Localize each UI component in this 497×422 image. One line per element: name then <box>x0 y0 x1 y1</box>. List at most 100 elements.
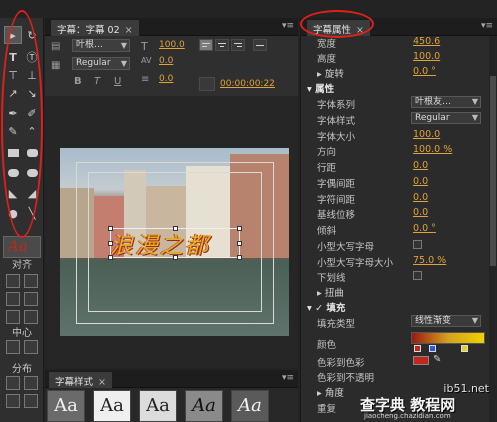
align-center-h-button[interactable] <box>6 292 20 306</box>
height-value[interactable]: 100.0 <box>413 51 440 62</box>
properties-section-header[interactable]: ▾ 属性 <box>301 79 497 95</box>
distribute-left-button[interactable] <box>6 376 20 390</box>
kerning-value[interactable]: 0.0 <box>413 176 428 187</box>
style-preview-swatch: Aa <box>3 236 41 258</box>
prop-row-aspect: 方向 100.0 % <box>317 144 453 158</box>
center-horizontal-button[interactable] <box>6 340 20 354</box>
fill-section-header[interactable]: ▾ ✓ 填充 <box>301 298 497 314</box>
resize-handle[interactable] <box>108 226 113 231</box>
style-swatch[interactable]: Aa <box>231 390 269 422</box>
title-canvas[interactable]: 浪漫之都 <box>45 96 298 368</box>
panel-menu-icon[interactable]: ▾≡ <box>481 21 493 31</box>
selection-box[interactable] <box>108 226 242 260</box>
rotation-value[interactable]: 0.0 ° <box>413 66 436 77</box>
small-caps-size-value[interactable]: 75.0 % <box>413 255 446 266</box>
gradient-ramp[interactable] <box>411 332 485 344</box>
scrollbar-thumb[interactable] <box>490 76 496 266</box>
kerning-value[interactable]: 0.0 <box>159 56 173 66</box>
leading-icon: ≡ <box>141 74 150 85</box>
style-swatch[interactable]: Aa <box>139 390 177 422</box>
template-icon[interactable]: ▦ <box>51 60 60 71</box>
align-text-right-button[interactable] <box>231 39 245 51</box>
resize-handle[interactable] <box>237 255 242 260</box>
bold-icon[interactable]: B <box>74 76 82 87</box>
align-top-button[interactable] <box>24 274 38 288</box>
font-size-value[interactable]: 100.0 <box>413 129 440 140</box>
eyedropper-icon[interactable]: ✎ <box>433 354 441 365</box>
style-swatch[interactable]: Aa <box>93 390 131 422</box>
roll-crawl-icon[interactable]: ▤ <box>51 41 60 52</box>
styles-tab-label: 字幕样式 <box>55 377 94 388</box>
distribute-center-v-button[interactable] <box>24 394 38 408</box>
italic-icon[interactable]: T <box>94 76 100 87</box>
timecode-value[interactable]: 00:00:00:22 <box>220 79 275 89</box>
baseline-value[interactable]: 0.0 <box>413 207 428 218</box>
gradient-stop-mid[interactable] <box>429 345 436 352</box>
prop-row-slant: 倾斜 0.0 ° <box>317 223 436 237</box>
tracking-value[interactable]: 0.0 <box>413 192 428 203</box>
font-family-dropdown[interactable]: 叶根友… ▼ <box>411 96 481 108</box>
underline-icon[interactable]: U <box>114 76 121 87</box>
center-vertical-button[interactable] <box>24 340 38 354</box>
prop-row-baseline: 基线位移 0.0 <box>317 207 429 221</box>
aspect-value[interactable]: 100.0 % <box>413 144 452 155</box>
font-style-dropdown[interactable]: Regular ▼ <box>72 57 130 70</box>
align-left-button[interactable] <box>6 274 20 288</box>
resize-handle[interactable] <box>108 241 113 246</box>
small-caps-checkbox[interactable] <box>413 240 422 249</box>
underline-checkbox[interactable] <box>413 271 422 280</box>
close-icon[interactable]: × <box>98 377 106 388</box>
title-styles-panel: 字幕样式 × ▾≡ Aa Aa Aa Aa Aa <box>45 370 298 422</box>
panel-menu-icon[interactable]: ▾≡ <box>282 373 294 383</box>
tab-title-styles[interactable]: 字幕样式 × <box>49 372 112 388</box>
align-bottom-button[interactable] <box>24 310 38 324</box>
align-text-center-button[interactable] <box>215 39 229 51</box>
align-text-left-button[interactable] <box>199 39 213 51</box>
collapse-triangle-icon[interactable]: ▾ <box>307 303 312 314</box>
fill-type-dropdown[interactable]: 线性渐变 ▼ <box>411 315 481 327</box>
width-value[interactable]: 450.6 <box>413 36 440 47</box>
align-section-label: 对齐 <box>12 260 32 271</box>
font-family-dropdown[interactable]: 叶根… ▼ <box>72 39 130 52</box>
resize-handle[interactable] <box>173 255 178 260</box>
show-background-video-icon[interactable] <box>199 77 215 91</box>
slant-value[interactable]: 0.0 ° <box>413 223 436 234</box>
panel-menu-icon[interactable]: ▾≡ <box>282 21 294 31</box>
prop-row-color-stop-opacity: 色彩到不透明 <box>317 373 375 384</box>
gradient-stop-right[interactable] <box>461 345 468 352</box>
font-style-dropdown[interactable]: Regular ▼ <box>411 112 481 124</box>
distribute-top-button[interactable] <box>24 376 38 390</box>
resize-handle[interactable] <box>108 255 113 260</box>
expand-triangle-icon[interactable]: ▸ <box>317 388 322 399</box>
font-size-icon: T <box>141 40 148 53</box>
prop-row-small-caps: 小型大写字母 <box>301 237 497 253</box>
collapse-triangle-icon[interactable]: ▾ <box>307 84 312 95</box>
leading-value[interactable]: 0.0 <box>159 74 173 84</box>
leading-value[interactable]: 0.0 <box>413 160 428 171</box>
gradient-stop-left[interactable] <box>414 345 421 352</box>
font-size-value[interactable]: 100.0 <box>159 40 185 50</box>
align-center-v-button[interactable] <box>24 292 38 306</box>
distribute-section-label: 分布 <box>12 364 32 375</box>
distribute-center-h-button[interactable] <box>6 394 20 408</box>
style-swatch[interactable]: Aa <box>47 390 85 422</box>
tab-title-label: 字幕：字幕 02 <box>57 25 120 36</box>
title-properties-panel: 字幕属性 × ▾≡ 宽度 450.6 高度 100.0 ▸ 旋转 0.0 ° ▾ 属性 … <box>300 18 497 422</box>
tab-title-02[interactable]: 字幕：字幕 02 × <box>51 20 139 36</box>
resize-handle[interactable] <box>237 226 242 231</box>
resize-handle[interactable] <box>237 241 242 246</box>
prop-row-color: 颜色 <box>301 331 497 353</box>
tab-stops-button[interactable] <box>253 39 267 51</box>
prop-row-rotation[interactable]: ▸ 旋转 0.0 ° <box>301 64 497 80</box>
color-swatch[interactable] <box>413 356 429 365</box>
background-video-frame: 浪漫之都 <box>60 148 289 336</box>
prop-row-fill-type: 填充类型 线性渐变 ▼ <box>301 314 497 330</box>
properties-scrollbar[interactable] <box>489 36 497 422</box>
prop-row-distort[interactable]: ▸ 扭曲 <box>301 283 497 299</box>
style-swatch[interactable]: Aa <box>185 390 223 422</box>
fill-checkbox-icon[interactable]: ✓ <box>315 303 323 314</box>
style-preview-glyph: Aa <box>8 237 28 255</box>
resize-handle[interactable] <box>173 226 178 231</box>
align-right-button[interactable] <box>6 310 20 324</box>
close-icon[interactable]: × <box>125 25 133 36</box>
